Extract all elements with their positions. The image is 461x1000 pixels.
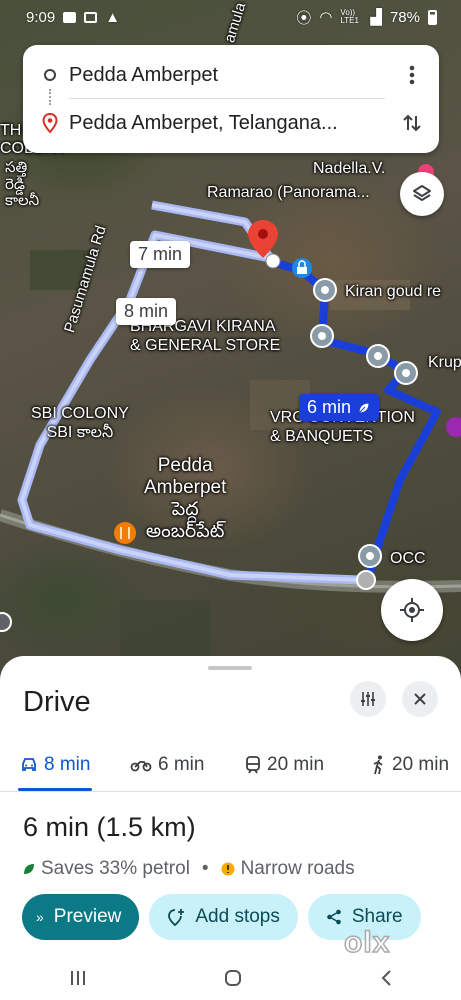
- warning-icon: ▲: [105, 8, 121, 26]
- car-icon: [22, 758, 36, 771]
- directions-sheet: Drive 8 min 6 min 20 min 20 min 6 min (1…: [0, 656, 461, 1000]
- motorcycle-icon: [130, 761, 152, 772]
- directions-search-card: Pedda Amberpet Pedda Amberpet, Telangana…: [23, 45, 439, 153]
- route-end-dot-icon: [356, 570, 376, 590]
- warning-text: Narrow roads: [240, 858, 355, 879]
- origin-dot-icon: [265, 253, 281, 269]
- train-icon: [246, 756, 260, 774]
- my-location-button[interactable]: [381, 579, 443, 641]
- walk-icon: [373, 755, 383, 775]
- origin-circle-icon: [44, 69, 56, 81]
- share-icon: [327, 909, 341, 925]
- battery-level: 78%: [389, 8, 420, 26]
- status-time: 9:09: [26, 8, 56, 26]
- status-bar: 9:09 ▲ ⦿ ◠ Vo)) LTE1 ▟ 78%: [0, 0, 461, 34]
- preview-label: Preview: [53, 906, 122, 927]
- tab-transit[interactable]: 20 min: [245, 740, 324, 790]
- share-label: Share: [351, 906, 403, 927]
- route-summary: 6 min (1.5 km): [23, 812, 196, 843]
- add-location-icon: [168, 909, 185, 926]
- system-nav-bar: [0, 956, 461, 1000]
- tab-drive[interactable]: 8 min: [20, 740, 90, 790]
- network-label: Vo)) LTE1: [340, 8, 359, 25]
- location-icon: ⦿: [296, 9, 312, 27]
- travel-mode-tabs: 8 min 6 min 20 min 20 min: [0, 740, 461, 792]
- route-distance: (1.5 km): [96, 812, 196, 842]
- signal-icon: ▟: [370, 9, 382, 26]
- warning-icon: [221, 862, 235, 876]
- tab-walk-label: 20 min: [392, 754, 450, 775]
- olx-watermark: olx: [343, 925, 391, 960]
- eco-leaf-icon: [24, 864, 34, 874]
- layers-button[interactable]: [400, 172, 444, 216]
- swap-button[interactable]: [397, 108, 427, 138]
- layers-icon: [413, 185, 431, 201]
- tune-icon: [361, 692, 375, 706]
- destination-field[interactable]: Pedda Amberpet, Telangana...: [69, 112, 338, 135]
- swap-vert-icon: [403, 114, 421, 132]
- route-connector: [49, 89, 51, 105]
- close-button[interactable]: [402, 681, 438, 717]
- destination-pin-icon: [248, 220, 278, 258]
- preview-button[interactable]: » Preview: [22, 894, 140, 940]
- restaurant-icon: [114, 522, 136, 544]
- waypoint-marker-icon: [394, 361, 418, 385]
- crosshair-icon: [400, 598, 424, 622]
- more-options-button[interactable]: [397, 60, 427, 90]
- add-stops-label: Add stops: [195, 906, 280, 927]
- home-icon[interactable]: [223, 968, 243, 988]
- route-options-button[interactable]: [350, 681, 386, 717]
- wifi-icon: ◠: [319, 9, 333, 26]
- savings-text: Saves 33% petrol: [41, 858, 190, 879]
- origin-row[interactable]: Pedda Amberpet: [23, 57, 439, 93]
- waypoint-marker-icon: [358, 544, 382, 568]
- route-info: Saves 33% petrol • Narrow roads: [23, 858, 355, 880]
- active-tab-indicator: [18, 788, 92, 791]
- tab-transit-label: 20 min: [267, 754, 325, 775]
- shop-lock-icon: [292, 258, 312, 278]
- back-icon[interactable]: [379, 968, 393, 988]
- app-icon: [63, 11, 77, 23]
- poi-grey-icon: [0, 612, 12, 632]
- info-separator: •: [201, 858, 209, 879]
- destination-pin-icon: [42, 113, 58, 133]
- preview-icon: »: [36, 909, 44, 925]
- waypoint-marker-icon: [310, 324, 334, 348]
- tab-two-wheeler-label: 6 min: [158, 754, 205, 775]
- waypoint-marker-icon: [313, 278, 337, 302]
- battery-icon: [428, 9, 437, 25]
- destination-row[interactable]: Pedda Amberpet, Telangana...: [23, 105, 439, 141]
- recents-icon[interactable]: [68, 969, 88, 987]
- field-divider: [69, 98, 385, 99]
- poi-purple-icon: [446, 417, 461, 437]
- drag-handle[interactable]: [208, 666, 252, 670]
- tab-two-wheeler[interactable]: 6 min: [130, 740, 204, 790]
- close-icon: [414, 693, 426, 705]
- tab-drive-label: 8 min: [44, 754, 91, 775]
- more-vert-icon: [409, 65, 415, 85]
- add-stops-button[interactable]: Add stops: [149, 894, 298, 940]
- waypoint-marker-icon: [366, 344, 390, 368]
- tab-walk[interactable]: 20 min: [372, 740, 449, 790]
- sheet-title: Drive: [23, 686, 91, 718]
- origin-field[interactable]: Pedda Amberpet: [69, 64, 218, 87]
- image-icon: [84, 11, 98, 23]
- route-duration: 6 min: [23, 812, 90, 842]
